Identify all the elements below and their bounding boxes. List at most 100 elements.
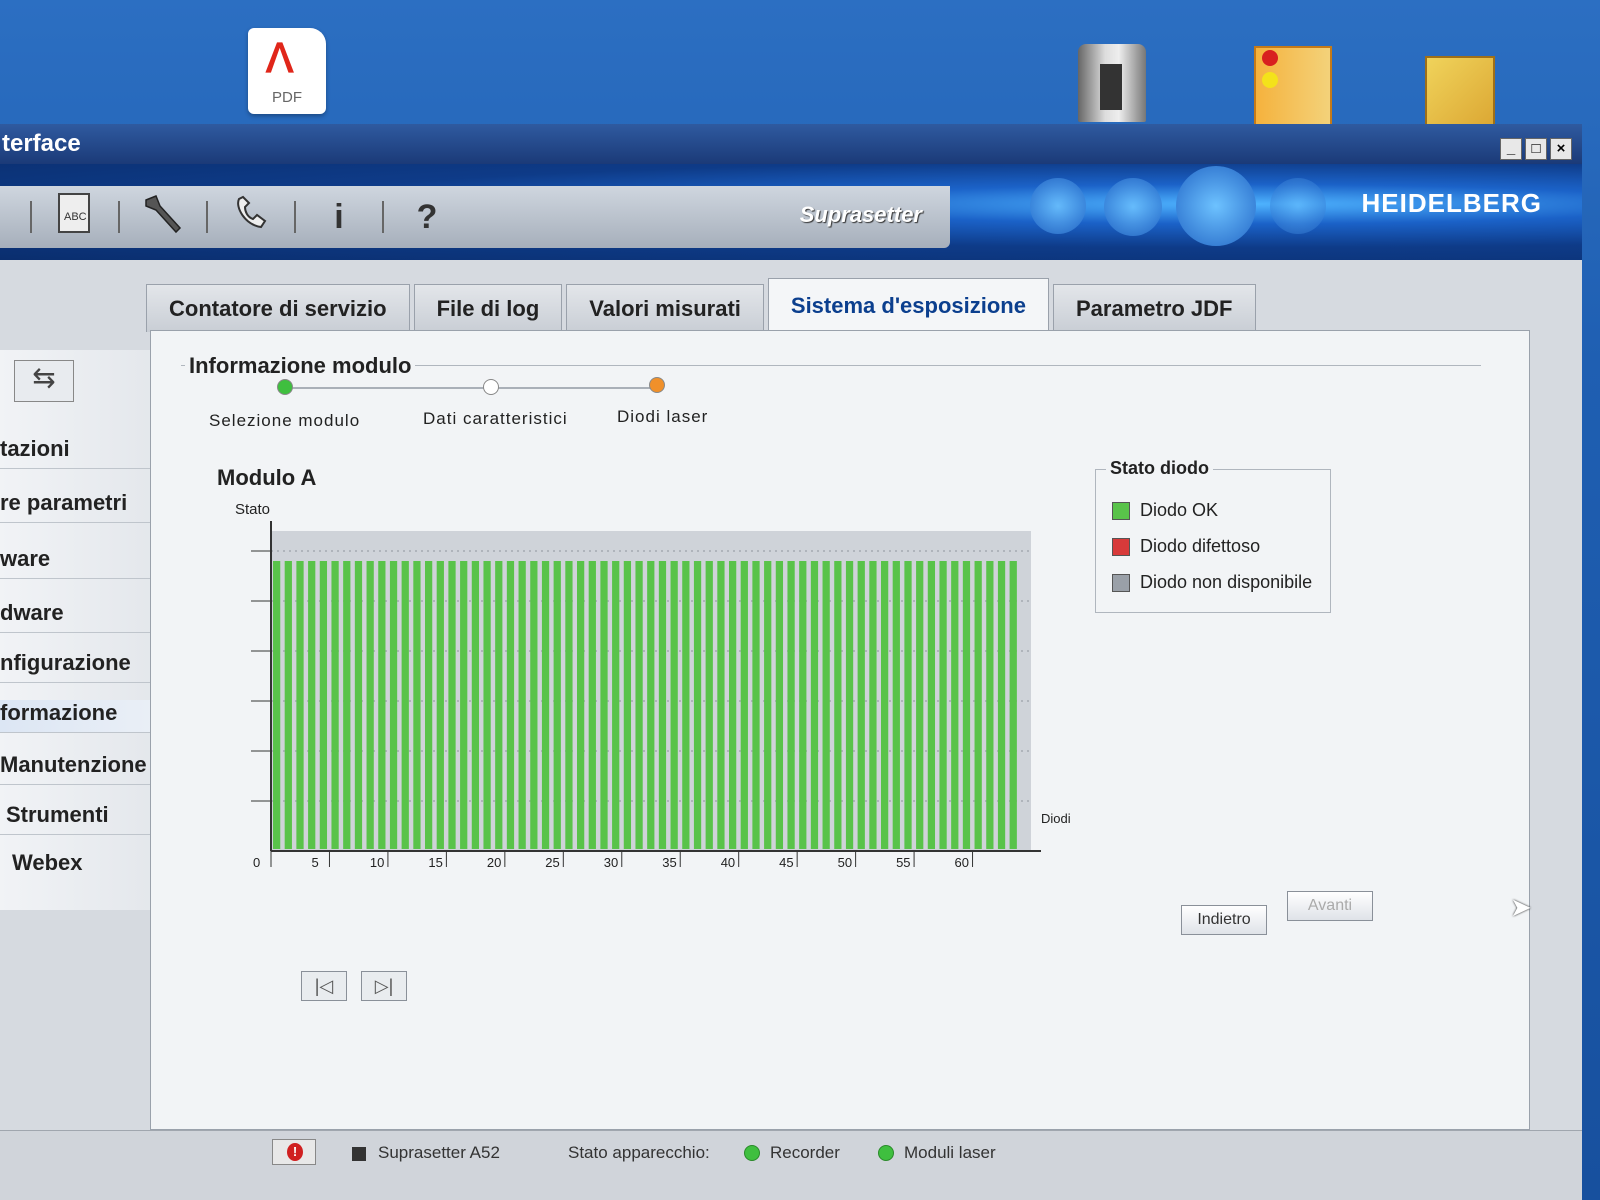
diode-bar <box>273 561 281 849</box>
pdf-icon-label: PDF <box>272 89 302 106</box>
x-tick-label: 20 <box>487 855 501 870</box>
legend-label-ok: Diodo OK <box>1140 500 1219 520</box>
tab-sistema-esposizione[interactable]: Sistema d'esposizione <box>767 278 1049 332</box>
diode-bar <box>588 561 596 849</box>
diode-bar <box>658 561 667 849</box>
group-title: Informazione modulo <box>185 353 416 379</box>
diode-bar <box>962 561 971 849</box>
sidebar-item-label: Strumenti <box>6 802 109 827</box>
server-shortcut-icon[interactable] <box>1078 44 1146 122</box>
diode-bar <box>810 561 819 849</box>
diode-bar <box>974 561 982 849</box>
window-title: terface <box>2 130 81 157</box>
diode-bar <box>553 561 561 849</box>
diode-bar <box>506 561 515 849</box>
x-tick-label: 55 <box>896 855 910 870</box>
diode-bar <box>541 561 550 849</box>
info-icon[interactable]: i <box>296 198 382 237</box>
diode-bar <box>565 561 573 849</box>
diode-bar <box>752 561 760 849</box>
diode-bar <box>354 561 363 849</box>
heidelberg-logo: HEIDELBERG <box>1361 188 1542 218</box>
diode-bar <box>986 561 994 849</box>
sidebar-item-label: formazione <box>0 700 118 725</box>
first-page-button[interactable]: |◁ <box>301 971 347 1001</box>
tab-file-di-log[interactable]: File di log <box>413 284 563 332</box>
application-window: terface _ □ × HEIDELBERG ABC i ? Suprase… <box>0 124 1582 1200</box>
x-tick-label: 0 <box>253 855 260 870</box>
diode-bar <box>927 561 936 849</box>
wrench-icon[interactable] <box>120 192 206 243</box>
recorder-status-led <box>744 1145 760 1161</box>
x-tick-label: 15 <box>428 855 442 870</box>
diode-bar <box>904 561 912 849</box>
next-page-button[interactable]: ▷| <box>361 971 407 1001</box>
diode-bar <box>729 561 737 849</box>
x-tick-label: 45 <box>779 855 793 870</box>
traffic-light-shortcut-icon[interactable] <box>1254 46 1332 126</box>
abc-doc-icon[interactable]: ABC <box>32 192 118 243</box>
minimize-button[interactable]: _ <box>1500 138 1522 160</box>
next-button[interactable]: Avanti <box>1287 891 1373 921</box>
diode-bar <box>799 561 807 849</box>
diode-bar <box>892 561 900 849</box>
diode-bar <box>308 561 316 849</box>
window-titlebar[interactable]: terface _ □ × <box>0 124 1582 164</box>
diode-bar <box>951 561 959 849</box>
device-state-label: Stato apparecchio: <box>568 1143 710 1162</box>
diode-bar <box>518 561 526 849</box>
legend-title: Stato diodo <box>1106 458 1213 479</box>
legend-swatch-ok <box>1112 501 1130 520</box>
step-dot-selezione[interactable] <box>277 379 293 395</box>
diode-bar <box>845 561 854 849</box>
diode-bar <box>916 561 924 849</box>
step-label-dati: Dati caratteristici <box>423 409 568 428</box>
diode-bar <box>635 561 643 849</box>
diode-bar <box>296 561 304 849</box>
status-bar: Suprasetter A52 Stato apparecchio: Recor… <box>0 1130 1582 1200</box>
tab-valori-misurati[interactable]: Valori misurati <box>566 284 764 332</box>
y-axis-label: Stato <box>235 501 271 518</box>
diode-bar <box>623 561 632 849</box>
pdf-desktop-icon[interactable]: ꓥ PDF <box>248 28 326 114</box>
diode-bar <box>939 561 947 849</box>
device-icon <box>352 1147 366 1161</box>
legend-label-defect: Diodo difettoso <box>1140 536 1261 556</box>
tab-contatore-servizio[interactable]: Contatore di servizio <box>146 284 410 332</box>
acrobat-icon: ꓥ <box>266 37 294 81</box>
diode-bar <box>857 561 865 849</box>
maximize-button[interactable]: □ <box>1525 138 1547 160</box>
diode-bar <box>600 561 608 849</box>
main-toolbar: ABC i ? Suprasetter <box>0 186 950 248</box>
tab-parametro-jdf[interactable]: Parametro JDF <box>1052 284 1256 332</box>
diode-bar <box>343 561 351 849</box>
help-icon[interactable]: ? <box>384 198 470 237</box>
laser-modules-status-led <box>878 1145 894 1161</box>
phone-icon[interactable] <box>208 193 294 242</box>
close-button[interactable]: × <box>1550 138 1572 160</box>
step-dot-diodi[interactable] <box>649 377 665 393</box>
legend-item-ok: Diodo OK <box>1112 500 1218 521</box>
diode-bar <box>413 561 421 849</box>
step-dot-dati[interactable] <box>483 379 499 395</box>
x-tick-label: 35 <box>662 855 676 870</box>
diode-bar <box>775 561 784 849</box>
sidebar-item-label: nfigurazione <box>0 650 131 675</box>
back-button[interactable]: Indietro <box>1181 905 1267 935</box>
orb-decoration <box>1030 178 1086 234</box>
diode-bar <box>331 561 339 849</box>
mouse-cursor-icon: ➤ <box>1510 892 1532 922</box>
folder-shortcut-icon[interactable] <box>1425 56 1495 126</box>
legend-swatch-unavailable <box>1112 573 1130 592</box>
diode-bar <box>448 561 456 849</box>
diode-bar <box>284 561 292 849</box>
legend-item-defect: Diodo difettoso <box>1112 536 1260 557</box>
diode-bar <box>717 561 725 849</box>
navigate-icon[interactable]: ⇆ <box>14 360 74 402</box>
x-tick-label: 25 <box>545 855 559 870</box>
diode-status-legend: Stato diodo Diodo OK Diodo difettoso Dio… <box>1095 458 1331 613</box>
sidebar-item-label: Manutenzione <box>0 752 147 777</box>
diode-bar <box>740 561 748 849</box>
error-icon[interactable] <box>272 1139 316 1165</box>
diode-bar <box>436 561 444 849</box>
